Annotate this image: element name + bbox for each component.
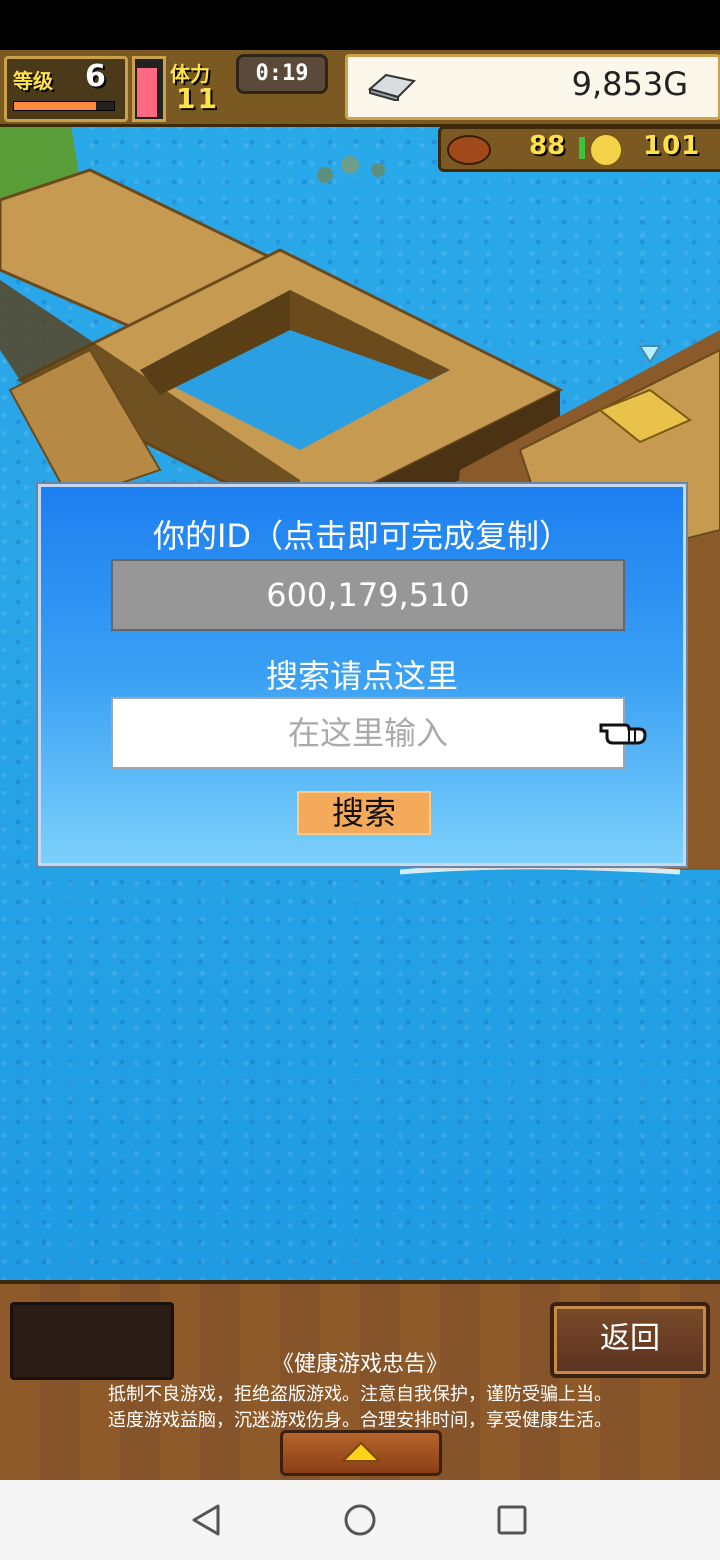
top-hud: 等级 6 体力 11 0:19 9,853G xyxy=(0,50,720,127)
level-value: 6 xyxy=(85,59,106,94)
wave-foam xyxy=(399,864,681,875)
stamina-value: 11 xyxy=(176,82,219,115)
health-notice-line: 抵制不良游戏，拒绝盗版游戏。注意自我保护，谨防受骗上当。 xyxy=(108,1384,612,1405)
roast-meat-icon xyxy=(447,135,491,165)
gold-value: 9,853G xyxy=(571,65,688,103)
level-label: 等级 xyxy=(13,69,53,93)
silver-bar-icon xyxy=(367,73,417,101)
rock xyxy=(317,167,333,183)
search-label: 搜索请点这里 xyxy=(265,657,458,695)
health-notice-line: 适度游戏益脑，沉迷游戏伤身。合理安排时间，享受健康生活。 xyxy=(108,1410,612,1431)
stamina-gauge xyxy=(132,56,166,122)
gold-coin-icon xyxy=(589,133,623,167)
gold-panel[interactable]: 9,853G xyxy=(345,54,720,120)
system-nav-bar xyxy=(0,1480,720,1560)
level-progress-fill xyxy=(14,102,96,110)
food-value: 88 xyxy=(529,131,566,161)
pointing-hand-icon xyxy=(599,723,647,745)
health-notice-title: 《健康游戏忠告》 xyxy=(271,1352,448,1377)
square-recents-icon[interactable] xyxy=(494,1502,530,1538)
level-progress-bar xyxy=(13,101,115,111)
up-arrow-icon xyxy=(341,1441,381,1462)
player-id-field[interactable]: 600,179,510 xyxy=(111,559,625,631)
circle-home-icon[interactable] xyxy=(342,1502,378,1538)
search-input[interactable]: 在这里输入 xyxy=(111,697,625,769)
level-panel[interactable]: 等级 6 xyxy=(4,56,128,122)
resource-bar[interactable]: 88 101 xyxy=(438,126,720,172)
diamond-icon[interactable] xyxy=(638,345,662,364)
rock xyxy=(371,163,385,177)
id-search-dialog: 你的ID（点击即可完成复制） 600,179,510 搜索请点这里 在这里输入 … xyxy=(38,484,686,866)
stamina-fill xyxy=(137,68,157,117)
status-bar xyxy=(0,0,720,50)
bottom-panel: 返回 《健康游戏忠告》 抵制不良游戏，拒绝盗版游戏。注意自我保护，谨防受骗上当。… xyxy=(0,1280,720,1484)
expand-button[interactable] xyxy=(280,1430,442,1476)
search-button[interactable]: 搜索 xyxy=(297,791,431,835)
triangle-back-icon[interactable] xyxy=(188,1502,224,1538)
rock xyxy=(341,156,359,174)
coin-value: 101 xyxy=(643,131,701,161)
timer: 0:19 xyxy=(236,54,328,94)
id-label: 你的ID（点击即可完成复制） xyxy=(152,517,572,555)
food-indicator xyxy=(579,137,585,159)
